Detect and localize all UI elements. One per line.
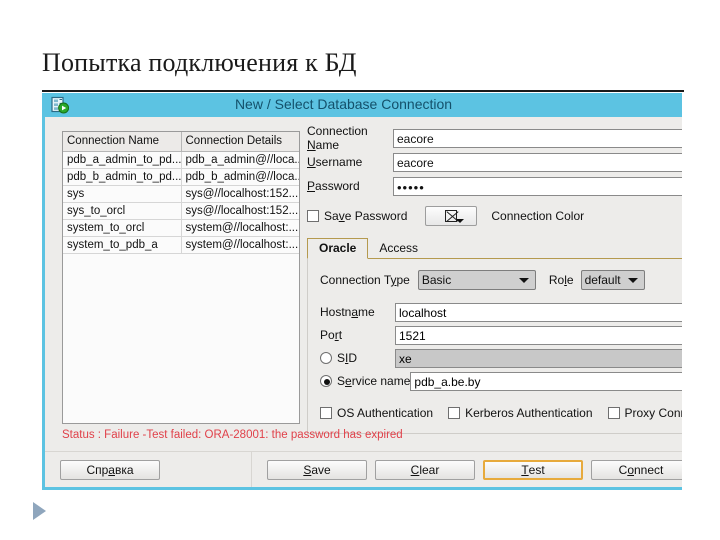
proxy-connection-group[interactable]: Proxy Connection [607,406,683,420]
sid-radio[interactable] [320,352,332,364]
sid-row: SID xe [308,347,682,369]
username-row: Username eacore [307,151,682,173]
connection-color-label: Connection Color [491,209,585,223]
cell-connection-name[interactable]: pdb_a_admin_to_pd... [63,151,182,169]
tab-bar: Oracle Access [307,238,682,259]
proxy-connection-checkbox[interactable] [607,407,620,419]
connection-form-panel: Connection Name eacore Username eacore P… [307,124,682,434]
cell-connection-details[interactable]: pdb_b_admin@//loca... [181,168,299,186]
status-message: Status : Failure -Test failed: ORA-28001… [62,429,403,441]
chevron-down-icon [456,219,465,223]
slide-canvas: Попытка подключения к БД New / Select Da… [0,0,720,540]
oracle-tab-pane: Connection Type Basic Role default Hostn… [307,259,682,434]
table-row[interactable]: system_to_pdb_a system@//localhost:... [63,236,299,254]
test-button[interactable]: Test [483,460,583,480]
save-password-label: Save Password [324,209,408,223]
dialog-footer: Спр а вка Save Clear Test Co nnect [45,451,682,487]
play-triangle-icon [33,502,46,520]
hostname-label: Hostname [320,305,375,319]
port-label: Port [320,328,343,342]
kerberos-authentication-group[interactable]: Kerberos Authentication [448,406,593,420]
title-divider [42,90,684,92]
service-name-input[interactable]: pdb_a.be.by [410,371,682,391]
password-input[interactable]: ••••• [393,176,682,196]
table-row[interactable]: sys_to_orcl sys@//localhost:152... [63,202,299,220]
connection-color-button[interactable] [425,206,478,226]
hostname-row: Hostname localhost [308,301,682,323]
table-row[interactable]: system_to_orcl system@//localhost:... [63,219,299,237]
cell-connection-name[interactable]: sys [63,185,182,203]
clear-button[interactable]: Clear [375,460,475,480]
save-button[interactable]: Save [267,460,367,480]
connection-name-row: Connection Name eacore [307,124,682,152]
service-name-radio[interactable] [320,375,332,387]
chevron-down-icon [627,277,638,283]
username-input[interactable]: eacore [393,152,682,172]
table-row[interactable]: pdb_a_admin_to_pd... pdb_a_admin@//loca.… [63,151,299,169]
service-name-row: Service name pdb_a.be.by [308,370,682,392]
os-authentication-group[interactable]: OS Authentication [320,406,433,420]
connect-button[interactable]: Co nnect [591,460,682,480]
cell-connection-name[interactable]: sys_to_orcl [63,202,182,220]
connection-type-label: Connection Type [320,273,410,287]
service-name-radio-wrap[interactable]: Service name [320,374,410,388]
kerberos-authentication-label: Kerberos Authentication [465,406,593,420]
page-title: Попытка подключения к БД [42,48,357,77]
cell-connection-name[interactable]: system_to_pdb_a [63,236,182,254]
authentication-options-row: OS Authentication Kerberos Authenticatio… [308,403,682,423]
cell-connection-name[interactable]: system_to_orcl [63,219,182,237]
connection-type-select[interactable]: Basic [417,270,536,290]
dialog-titlebar: New / Select Database Connection [45,93,682,117]
port-row: Port 1521 [308,324,682,346]
database-connection-dialog: New / Select Database Connection Connect… [42,93,682,490]
cell-connection-details[interactable]: pdb_a_admin@//loca... [181,151,299,169]
chevron-down-icon [518,277,529,283]
connection-table[interactable]: Connection Name Connection Details pdb_a… [63,132,299,254]
service-name-label: Service name [337,374,411,388]
connection-type-row: Connection Type Basic Role default [308,268,682,292]
cell-connection-name[interactable]: pdb_b_admin_to_pd... [63,168,182,186]
tab-oracle[interactable]: Oracle [307,238,369,259]
connection-name-label: Connection Name [307,124,368,152]
sid-input[interactable]: xe [395,348,682,368]
os-authentication-checkbox[interactable] [320,407,332,419]
role-value: default [584,273,621,287]
connection-table-body: pdb_a_admin_to_pd... pdb_a_admin@//loca.… [63,151,299,254]
save-password-row: Save Password Connection Color [307,203,682,229]
os-authentication-label: OS Authentication [337,406,434,420]
role-label: Role [548,273,574,287]
proxy-connection-label: Proxy Connection [624,406,683,420]
dialog-body: Connection Name Connection Details pdb_a… [45,117,682,487]
password-label: Password [307,179,360,193]
hostname-input[interactable]: localhost [395,302,682,322]
help-button[interactable]: Спр а вка [60,460,160,480]
username-label: Username [307,155,363,169]
connection-type-value: Basic [421,273,452,287]
save-password-checkbox[interactable] [307,210,319,222]
cell-connection-details[interactable]: system@//localhost:... [181,219,299,237]
table-header-row: Connection Name Connection Details [63,132,299,152]
connection-name-input[interactable]: eacore [393,128,682,148]
cell-connection-details[interactable]: system@//localhost:... [181,236,299,254]
table-row[interactable]: sys sys@//localhost:152... [63,185,299,203]
dialog-title: New / Select Database Connection [234,96,453,112]
sid-radio-wrap[interactable]: SID [320,351,395,365]
cell-connection-details[interactable]: sys@//localhost:152... [181,185,299,203]
kerberos-authentication-checkbox[interactable] [448,407,461,419]
sid-label: SID [337,351,358,365]
password-row: Password ••••• [307,175,682,197]
port-input[interactable]: 1521 [395,325,682,345]
connection-list-panel[interactable]: Connection Name Connection Details pdb_a… [62,131,300,424]
column-header-connection-name[interactable]: Connection Name [63,132,182,152]
tab-access[interactable]: Access [368,239,429,258]
cell-connection-details[interactable]: sys@//localhost:152... [181,202,299,220]
column-header-connection-details[interactable]: Connection Details [181,132,299,152]
footer-divider [251,452,252,487]
table-row[interactable]: pdb_b_admin_to_pd... pdb_b_admin@//loca.… [63,168,299,186]
role-select[interactable]: default [580,270,645,290]
